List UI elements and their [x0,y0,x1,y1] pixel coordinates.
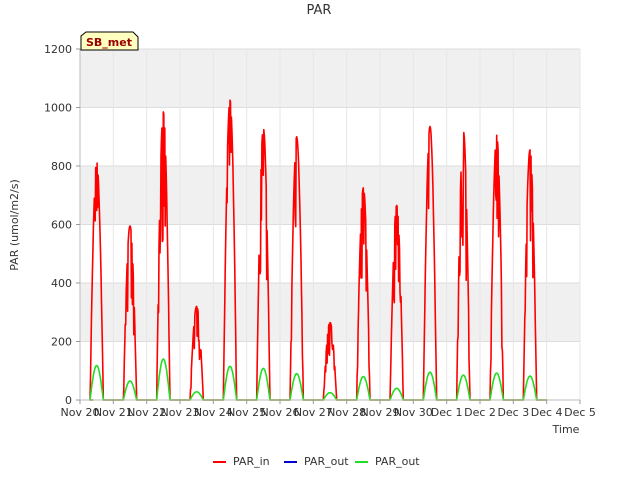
plot-band [80,166,580,225]
y-tick-label: 200 [51,336,72,349]
x-axis-label: Time [552,423,580,436]
x-tick-label: Nov 30 [394,406,433,419]
legend-label: PAR_in [233,455,270,468]
legend-label: PAR_out [375,455,420,468]
station-badge: SB_met [80,31,139,51]
par-chart: Nov 20Nov 21Nov 22Nov 23Nov 24Nov 25Nov … [8,3,596,468]
legend: PAR_in PAR_out PAR_out [213,455,420,468]
y-axis-label: PAR (umol/m2/s) [8,179,21,271]
legend-label: PAR_out [304,455,349,468]
y-tick-label: 800 [51,160,72,173]
x-tick-label: Dec 3 [497,406,529,419]
y-tick-label: 400 [51,277,72,290]
station-label: SB_met [86,36,132,49]
x-tick-label: Dec 1 [431,406,463,419]
chart-title: PAR [307,3,332,18]
y-tick-label: 0 [65,394,72,407]
x-tick-label: Dec 2 [464,406,496,419]
y-tick-labels: 0 200 400 600 800 1000 1200 [44,43,80,407]
x-tick-label: Dec 4 [531,406,563,419]
x-tick-label: Dec 5 [564,406,596,419]
plot-band [80,107,580,166]
y-tick-label: 600 [51,219,72,232]
plot-band [80,49,580,108]
y-tick-label: 1000 [44,102,72,115]
x-tick-labels: Nov 20Nov 21Nov 22Nov 23Nov 24Nov 25Nov … [61,400,596,419]
plot-band [80,224,580,283]
y-tick-label: 1200 [44,43,72,56]
